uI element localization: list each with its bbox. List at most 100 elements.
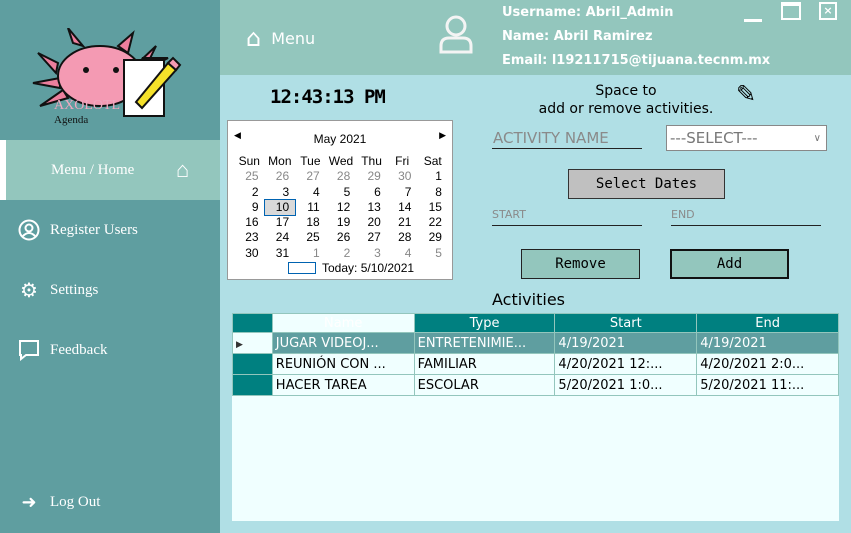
calendar-day[interactable]: 26: [326, 230, 357, 245]
row-header[interactable]: [232, 374, 273, 396]
calendar-day[interactable]: 26: [265, 169, 296, 184]
today-link[interactable]: Today: 5/10/2021: [322, 261, 414, 275]
current-row-indicator-icon[interactable]: ▶: [232, 332, 273, 354]
close-button[interactable]: ×: [819, 2, 841, 22]
add-button[interactable]: Add: [670, 249, 789, 279]
calendar-day[interactable]: 1: [295, 246, 326, 261]
calendar-day[interactable]: 27: [295, 169, 326, 184]
table-cell[interactable]: 5/20/2021 11:...: [696, 374, 839, 396]
type-select[interactable]: ---SELECT--- ∨: [666, 125, 827, 151]
column-header-type[interactable]: Type: [413, 313, 556, 333]
table-row[interactable]: ▶ JUGAR VIDEOJ... ENTRETENIMIE... 4/19/2021…: [232, 332, 839, 354]
sidebar-item-menu-home[interactable]: Menu / Home ⌂: [0, 140, 220, 200]
table-cell[interactable]: 4/20/2021 2:0...: [696, 353, 839, 375]
end-date-field[interactable]: END: [671, 208, 695, 221]
calendar-day[interactable]: 23: [234, 230, 265, 245]
sidebar-item-register-users[interactable]: Register Users: [0, 200, 220, 260]
table-cell[interactable]: FAMILIAR: [413, 353, 556, 375]
calendar-day[interactable]: 28: [326, 169, 357, 184]
calendar-day[interactable]: 20: [356, 215, 387, 230]
calendar-day[interactable]: 31: [265, 246, 296, 261]
weekday-header: Mon: [268, 154, 292, 168]
calendar-day[interactable]: 22: [417, 215, 448, 230]
calendar-day[interactable]: 9: [234, 200, 265, 215]
table-cell[interactable]: ENTRETENIMIE...: [413, 332, 556, 354]
calendar-day[interactable]: 27: [356, 230, 387, 245]
table-cell[interactable]: HACER TAREA: [271, 374, 415, 396]
calendar-day-selected[interactable]: 10: [263, 198, 297, 217]
column-header-name[interactable]: Name: [271, 313, 415, 333]
calendar-day[interactable]: 25: [295, 230, 326, 245]
home-icon: ⌂: [246, 24, 262, 52]
calendar-day[interactable]: 11: [295, 200, 326, 215]
calendar-day[interactable]: 28: [387, 230, 418, 245]
speech-bubble-icon: [18, 339, 40, 361]
calendar-day[interactable]: 21: [387, 215, 418, 230]
logout-icon: ➜: [21, 491, 37, 512]
remove-button[interactable]: Remove: [521, 249, 640, 279]
calendar-day[interactable]: 17: [265, 215, 296, 230]
table-cell[interactable]: JUGAR VIDEOJ...: [271, 332, 415, 354]
end-underline: [671, 225, 821, 226]
table-cell[interactable]: REUNIÓN CON ...: [271, 353, 415, 375]
home-icon: ⌂: [176, 157, 190, 182]
calendar-day[interactable]: 30: [387, 169, 418, 184]
calendar-day[interactable]: 16: [234, 215, 265, 230]
calendar-day[interactable]: 19: [326, 215, 357, 230]
calendar-day[interactable]: 13: [356, 200, 387, 215]
next-month-button[interactable]: ▶: [439, 130, 446, 141]
calendar-day[interactable]: 7: [387, 185, 418, 200]
menu-button[interactable]: ⌂ Menu: [246, 24, 315, 52]
calendar-day[interactable]: 30: [234, 246, 265, 261]
calendar-day[interactable]: 4: [387, 246, 418, 261]
sidebar-item-label: Settings: [50, 281, 99, 298]
sidebar-item-settings[interactable]: ⚙ Settings: [0, 260, 220, 320]
minimize-button[interactable]: [742, 2, 764, 22]
table-row[interactable]: REUNIÓN CON ... FAMILIAR 4/20/2021 12:... 4…: [232, 353, 839, 375]
activities-grid[interactable]: Name Type Start End ▶ JUGAR VIDEOJ... ENTR…: [232, 313, 839, 521]
weekday-header: Tue: [300, 154, 321, 168]
weekday-header: Wed: [328, 154, 354, 168]
start-underline: [492, 225, 642, 226]
logout-button[interactable]: ➜ Log Out: [0, 472, 220, 532]
table-cell[interactable]: 5/20/2021 1:0...: [554, 374, 698, 396]
table-cell[interactable]: 4/19/2021: [554, 332, 698, 354]
row-header-corner: [232, 313, 273, 333]
calendar-day[interactable]: 1: [417, 169, 448, 184]
calendar-day[interactable]: 29: [356, 169, 387, 184]
sidebar-item-feedback[interactable]: Feedback: [0, 320, 220, 380]
calendar-day[interactable]: 5: [417, 246, 448, 261]
maximize-button[interactable]: [781, 2, 803, 22]
calendar-day[interactable]: 25: [234, 169, 265, 184]
calendar-day[interactable]: 15: [417, 200, 448, 215]
space-text-line2: add or remove activities.: [538, 101, 714, 117]
activity-name-input[interactable]: ACTIVITY NAME: [493, 129, 642, 147]
calendar-day[interactable]: 8: [417, 185, 448, 200]
row-header[interactable]: [232, 353, 273, 375]
calendar-day[interactable]: 24: [265, 230, 296, 245]
calendar-day[interactable]: 6: [356, 185, 387, 200]
calendar-day[interactable]: 12: [326, 200, 357, 215]
calendar-day[interactable]: 3: [265, 185, 296, 200]
table-cell[interactable]: 4/20/2021 12:...: [554, 353, 698, 375]
sidebar-item-label: Feedback: [50, 341, 108, 358]
activities-title: Activities: [492, 290, 565, 309]
calendar-day[interactable]: 3: [356, 246, 387, 261]
logo-subtitle: Agenda: [54, 114, 89, 126]
calendar-day[interactable]: 18: [295, 215, 326, 230]
user-circle-icon: [18, 219, 40, 241]
column-header-end[interactable]: End: [696, 313, 839, 333]
calendar-day[interactable]: 4: [295, 185, 326, 200]
table-row[interactable]: HACER TAREA ESCOLAR 5/20/2021 1:0... 5/20/2…: [232, 374, 839, 396]
calendar-day[interactable]: 14: [387, 200, 418, 215]
calendar-day[interactable]: 2: [234, 185, 265, 200]
table-cell[interactable]: 4/19/2021: [696, 332, 839, 354]
calendar-day[interactable]: 29: [417, 230, 448, 245]
start-date-field[interactable]: START: [492, 208, 526, 221]
table-cell[interactable]: ESCOLAR: [413, 374, 556, 396]
calendar-day[interactable]: 2: [326, 246, 357, 261]
column-header-start[interactable]: Start: [554, 313, 698, 333]
calendar-day[interactable]: 5: [326, 185, 357, 200]
month-calendar[interactable]: ◀ May 2021 ▶ Sun Mon Tue Wed Thu Fri Sat 25 26 27…: [227, 120, 453, 280]
select-dates-button[interactable]: Select Dates: [568, 169, 725, 199]
